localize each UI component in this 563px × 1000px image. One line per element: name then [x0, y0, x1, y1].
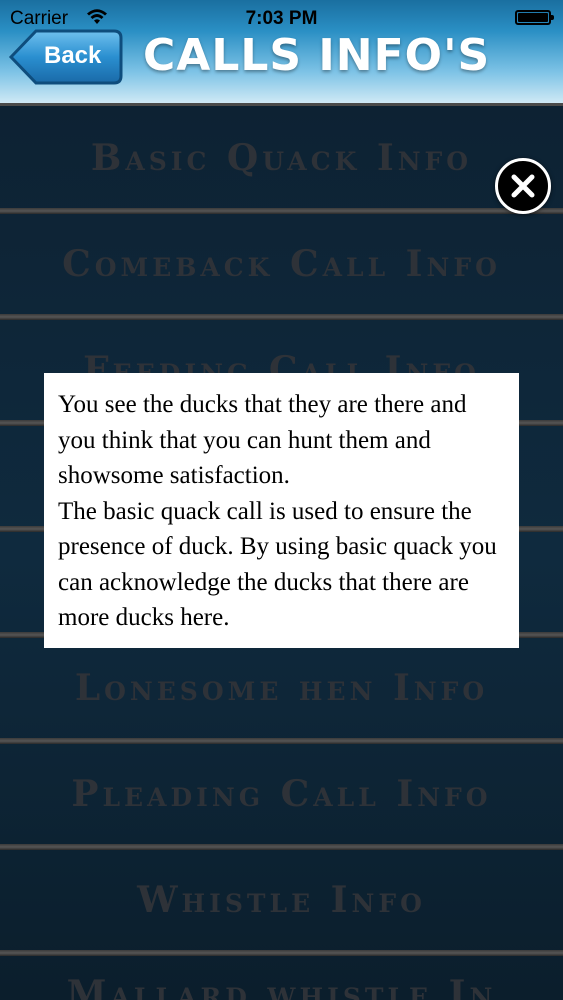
close-icon [511, 174, 535, 198]
page-title: CALLS INFO'S [143, 30, 491, 81]
list-item-label: Mallard whistle In [66, 973, 497, 1000]
popup-text: You see the ducks that they are there an… [58, 391, 497, 631]
list-item-comeback-call[interactable]: Comeback Call Info [0, 212, 563, 316]
list-item-label: Basic Quack Info [90, 137, 473, 179]
list-item-pleading-call[interactable]: Pleading Call Info [0, 742, 563, 846]
status-bar: Carrier 7:03 PM [0, 0, 563, 36]
list-item-label: Pleading Call Info [71, 773, 492, 815]
back-label: Back [44, 42, 102, 69]
list-item-lonesome-hen[interactable]: Lonesome hen Info [0, 636, 563, 740]
list-item-basic-quack[interactable]: Basic Quack Info [0, 106, 563, 210]
list-item-label: Comeback Call Info [62, 243, 501, 285]
battery-fill [518, 13, 548, 22]
list-item-label: Whistle Info [137, 879, 426, 921]
list-item-label: Lonesome hen Info [74, 667, 489, 709]
close-popup-button[interactable] [495, 158, 551, 214]
status-time: 7:03 PM [245, 8, 318, 29]
back-button[interactable]: Back [8, 28, 124, 86]
list-item-whistle[interactable]: Whistle Info [0, 848, 563, 952]
list-item-mallard-whistle[interactable]: Mallard whistle In [0, 954, 563, 1000]
info-popup: You see the ducks that they are there an… [44, 373, 519, 648]
battery-icon [515, 10, 554, 25]
